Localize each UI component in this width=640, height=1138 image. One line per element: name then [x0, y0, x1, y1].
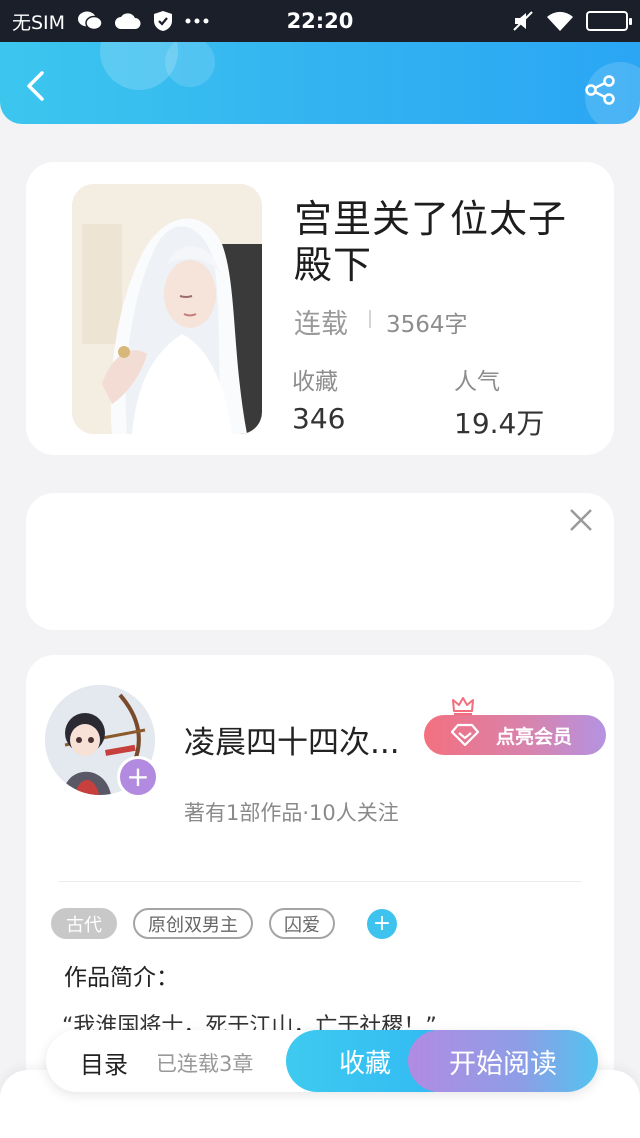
status-bar: 无SIM 22:20: [0, 0, 640, 42]
mute-icon: [512, 10, 534, 32]
ad-close-button[interactable]: [566, 505, 596, 535]
author-name[interactable]: 凌晨四十四次...: [184, 717, 400, 762]
author-stats: 著有1部作品·10人关注: [184, 801, 399, 825]
cover-illustration: [72, 184, 262, 434]
decor-bubble: [165, 42, 215, 87]
favorites-label: 收藏: [292, 369, 338, 395]
header-bar: [0, 42, 640, 124]
tag-item[interactable]: 囚爱: [269, 908, 335, 939]
tag-item[interactable]: 古代: [51, 908, 117, 939]
close-icon: [570, 509, 592, 531]
vip-button-label: 点亮会员: [496, 725, 573, 748]
start-reading-button[interactable]: 开始阅读: [408, 1030, 598, 1092]
popularity-value: 19.4万: [454, 407, 545, 440]
separator: [369, 310, 371, 328]
tag-list: 古代 原创双男主 囚爱 +: [51, 908, 397, 939]
book-status: 连载: [294, 309, 348, 340]
ad-banner-card: [26, 493, 614, 630]
book-info-card: 宫里关了位太子殿下 连载 3564字 收藏 346 人气 19.4万: [26, 162, 614, 455]
chevron-left-icon: [27, 71, 44, 101]
favorites-value: 346: [292, 402, 346, 435]
wifi-icon: [546, 10, 574, 32]
battery-icon: [586, 11, 632, 31]
share-button[interactable]: [580, 72, 620, 108]
tag-item[interactable]: 原创双男主: [133, 908, 253, 939]
chapter-count: 已连载3章: [156, 1052, 254, 1076]
share-icon: [585, 75, 615, 105]
intro-label: 作品简介：: [64, 965, 179, 991]
bottom-action-bar: 目录 已连载3章 收藏 开始阅读: [46, 1030, 598, 1092]
book-title: 宫里关了位太子殿下: [294, 197, 568, 287]
toc-button[interactable]: 目录: [80, 1045, 128, 1080]
follow-author-button[interactable]: +: [117, 756, 159, 798]
divider: [58, 881, 582, 882]
popularity-label: 人气: [454, 369, 500, 395]
back-button[interactable]: [18, 66, 52, 106]
word-count: 3564字: [386, 312, 468, 338]
book-cover[interactable]: [72, 184, 262, 434]
status-right: [512, 0, 632, 42]
vip-member-button[interactable]: 点亮会员: [424, 715, 606, 755]
add-tag-button[interactable]: +: [367, 908, 397, 939]
diamond-icon: [450, 723, 480, 752]
